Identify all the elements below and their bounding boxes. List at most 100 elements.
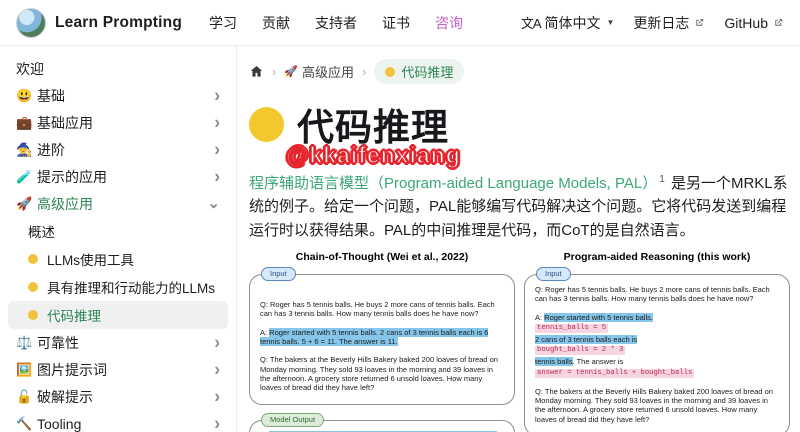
smiley-emoji-icon: 😃 bbox=[16, 87, 33, 103]
sidebar-item-welcome[interactable]: 欢迎 bbox=[8, 55, 228, 82]
language-label: 简体中文 bbox=[544, 14, 601, 31]
pal-code-3: answer = tennis_balls + bought_balls bbox=[535, 368, 695, 378]
sidebar-item-prompt-hacking[interactable]: 🔓 破解提示 › bbox=[8, 383, 228, 410]
unlock-emoji-icon: 🔓 bbox=[16, 388, 33, 404]
cot-answer-highlight: Roger started with 5 tennis balls. 2 can… bbox=[260, 327, 489, 346]
nav-item-contribute[interactable]: 贡献 bbox=[262, 13, 290, 33]
nav-item-consulting[interactable]: 咨询 bbox=[435, 13, 463, 33]
sidebar-item-basic-applications[interactable]: 💼 基础应用 › bbox=[8, 109, 228, 136]
sidebar-item-intermediate[interactable]: 🧙 进阶 › bbox=[8, 136, 228, 163]
cot-question-2: Q: The bakers at the Beverly Hills Baker… bbox=[260, 355, 498, 393]
chevron-right-icon: › bbox=[214, 413, 220, 432]
changelog-label: 更新日志 bbox=[633, 14, 690, 31]
pal-vs-cot-figure: Chain-of-Thought (Wei et al., 2022) Inpu… bbox=[249, 251, 790, 432]
yellow-dot-icon bbox=[28, 282, 38, 292]
testtube-emoji-icon: 🧪 bbox=[16, 168, 33, 184]
external-link-icon bbox=[775, 18, 783, 26]
pal-term-link[interactable]: 程序辅助语言模型（Program-aided Language Models, … bbox=[249, 175, 657, 192]
chevron-right-icon: › bbox=[214, 166, 220, 187]
briefcase-emoji-icon: 💼 bbox=[16, 114, 33, 130]
language-dropdown[interactable]: 文A 简体中文 ▼ bbox=[521, 13, 615, 33]
translate-icon: 文A bbox=[520, 16, 542, 31]
watermark-text: @kkaifenxiang bbox=[285, 141, 461, 169]
mage-emoji-icon: 🧙 bbox=[16, 141, 33, 157]
sidebar-item-code-reasoning[interactable]: 代码推理 bbox=[8, 301, 228, 329]
model-output-badge: Model Output bbox=[261, 412, 325, 428]
nav-item-learn[interactable]: 学习 bbox=[209, 13, 237, 33]
pal-figure-title: Program-aided Reasoning (this work) bbox=[563, 250, 751, 263]
sidebar-item-overview[interactable]: 概述 bbox=[8, 217, 228, 245]
answer-prefix: A: bbox=[260, 327, 270, 337]
cot-input-box: Input Q: Roger has 5 tennis balls. He bu… bbox=[249, 266, 515, 405]
pal-code-1: tennis_balls = 5 bbox=[535, 323, 609, 333]
sidebar-item-basics[interactable]: 😃 基础 › bbox=[8, 82, 228, 109]
input-badge: Input bbox=[261, 266, 296, 282]
yellow-dot-icon bbox=[385, 66, 396, 77]
brand-title[interactable]: Learn Prompting bbox=[55, 14, 182, 32]
rocket-emoji-icon: 🚀 bbox=[284, 66, 299, 78]
chevron-right-icon: › bbox=[214, 359, 220, 380]
hammer-emoji-icon: 🔨 bbox=[16, 415, 33, 431]
external-link-icon bbox=[696, 18, 704, 26]
sidebar-item-reliability[interactable]: ⚖️ 可靠性 › bbox=[8, 329, 228, 356]
chevron-right-icon: › bbox=[214, 139, 220, 160]
header-right: 文A 简体中文 ▼ 更新日志 GitHub bbox=[521, 13, 784, 33]
scales-emoji-icon: ⚖️ bbox=[16, 334, 33, 350]
rocket-emoji-icon: 🚀 bbox=[16, 195, 33, 211]
doc-content: › 🚀 高级应用 › 代码推理 代码推理 @kkaifenxiang 程序辅助语… bbox=[238, 46, 800, 432]
nav-item-supporters[interactable]: 支持者 bbox=[315, 13, 357, 33]
pal-highlight-2: 2 cans of 3 tennis balls each is bbox=[535, 334, 638, 344]
pal-answer-line-3: tennis balls. The answer is bbox=[535, 357, 779, 367]
breadcrumb-advanced-applications[interactable]: 🚀 高级应用 bbox=[284, 62, 354, 81]
breadcrumb: › 🚀 高级应用 › 代码推理 bbox=[249, 59, 790, 84]
chevron-down-icon: ⌄ bbox=[207, 195, 220, 212]
cot-output-box: Model Output A: The bakers started with … bbox=[249, 412, 515, 432]
sidebar-item-applied-prompting[interactable]: 🧪 提示的应用 › bbox=[8, 163, 228, 190]
yellow-dot-icon bbox=[249, 106, 284, 142]
breadcrumb-separator: › bbox=[272, 64, 277, 79]
breadcrumb-current-page[interactable]: 代码推理 bbox=[374, 59, 465, 84]
answer-prefix: A: bbox=[535, 312, 545, 322]
pal-plain-text: . The answer is bbox=[572, 357, 624, 367]
figure-column-cot: Chain-of-Thought (Wei et al., 2022) Inpu… bbox=[249, 251, 515, 432]
pal-answer-line-2: 2 cans of 3 tennis balls each is bbox=[535, 334, 779, 344]
top-navbar: Learn Prompting 学习 贡献 支持者 证书 咨询 文A 简体中文 … bbox=[0, 0, 800, 46]
chevron-right-icon: › bbox=[214, 332, 220, 353]
sidebar-item-llms-reason-act[interactable]: 具有推理和行动能力的LLMs bbox=[8, 273, 228, 301]
docs-sidebar: 欢迎 😃 基础 › 💼 基础应用 › 🧙 进阶 › 🧪 提示的应用 › 🚀 高级… bbox=[0, 46, 237, 432]
pal-highlight-3: tennis balls bbox=[535, 357, 573, 367]
github-label: GitHub bbox=[724, 14, 768, 31]
learn-prompting-logo[interactable] bbox=[16, 7, 46, 38]
pal-answer-line-1: A: Roger started with 5 tennis balls. bbox=[535, 312, 779, 322]
sidebar-item-tooling[interactable]: 🔨 Tooling › bbox=[8, 410, 228, 432]
input-badge: Input bbox=[536, 266, 571, 282]
cot-answer-1: A: Roger started with 5 tennis balls. 2 … bbox=[260, 327, 504, 347]
pal-highlight-1: Roger started with 5 tennis balls. bbox=[544, 312, 653, 322]
yellow-dot-icon bbox=[28, 254, 38, 264]
chevron-right-icon: › bbox=[214, 112, 220, 133]
cot-question-1: Q: Roger has 5 tennis balls. He buys 2 m… bbox=[260, 299, 495, 319]
picture-emoji-icon: 🖼️ bbox=[16, 361, 33, 377]
breadcrumb-current-label: 代码推理 bbox=[401, 65, 454, 80]
chevron-right-icon: › bbox=[214, 85, 220, 106]
sidebar-item-llms-using-tools[interactable]: LLMs使用工具 bbox=[8, 245, 228, 273]
github-link[interactable]: GitHub bbox=[724, 15, 784, 31]
pal-question-1: Q: Roger has 5 tennis balls. He buys 2 m… bbox=[535, 284, 770, 304]
changelog-link[interactable]: 更新日志 bbox=[633, 13, 705, 33]
figure-column-pal: Program-aided Reasoning (this work) Inpu… bbox=[524, 251, 790, 432]
sidebar-item-image-prompting[interactable]: 🖼️ 图片提示词 › bbox=[8, 356, 228, 383]
footnote-ref[interactable]: 1 bbox=[659, 174, 665, 185]
pal-question-2: Q: The bakers at the Beverly Hills Baker… bbox=[535, 386, 773, 424]
nav-item-certificate[interactable]: 证书 bbox=[382, 13, 410, 33]
intro-paragraph: 程序辅助语言模型（Program-aided Language Models, … bbox=[249, 172, 790, 242]
chevron-right-icon: › bbox=[214, 386, 220, 407]
yellow-dot-icon bbox=[28, 310, 38, 320]
pal-input-box: Input Q: Roger has 5 tennis balls. He bu… bbox=[524, 266, 790, 432]
learn-prompting-page: Learn Prompting 学习 贡献 支持者 证书 咨询 文A 简体中文 … bbox=[0, 0, 800, 432]
caret-down-icon: ▼ bbox=[606, 18, 615, 27]
breadcrumb-section-label: 高级应用 bbox=[302, 65, 355, 80]
sidebar-item-advanced-applications[interactable]: 🚀 高级应用 ⌄ bbox=[8, 190, 228, 217]
pal-code-2: bought_balls = 2 * 3 bbox=[535, 346, 626, 356]
breadcrumb-separator: › bbox=[362, 64, 367, 79]
home-icon[interactable] bbox=[249, 64, 264, 79]
